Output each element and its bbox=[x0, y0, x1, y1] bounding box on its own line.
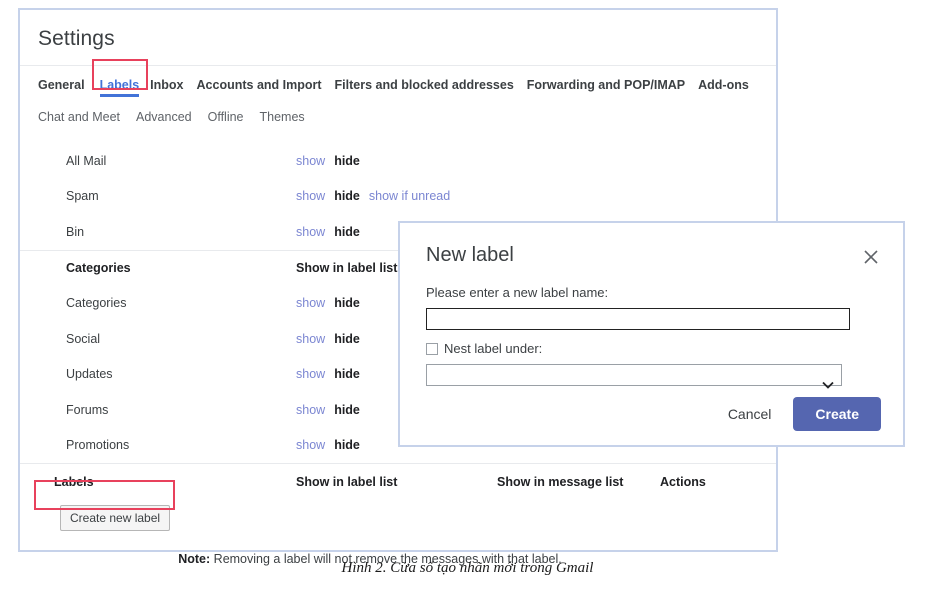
tab-add-ons[interactable]: Add-ons bbox=[698, 78, 749, 92]
create-button[interactable]: Create bbox=[793, 397, 881, 431]
labels-header-col1: Labels bbox=[54, 474, 94, 489]
labels-header-col3: Show in message list bbox=[497, 474, 624, 489]
hide-link[interactable]: hide bbox=[334, 403, 360, 417]
nest-parent-select[interactable] bbox=[426, 364, 842, 386]
categories-header-col1: Categories bbox=[66, 261, 131, 275]
hide-link[interactable]: hide bbox=[334, 332, 360, 346]
cancel-button[interactable]: Cancel bbox=[716, 398, 784, 430]
tab-labels[interactable]: Labels bbox=[99, 78, 140, 97]
tab-inbox[interactable]: Inbox bbox=[150, 78, 183, 92]
labels-header-col2: Show in label list bbox=[296, 474, 398, 489]
new-label-dialog: New label Please enter a new label name:… bbox=[398, 221, 905, 447]
dialog-prompt: Please enter a new label name: bbox=[426, 285, 609, 300]
hide-link[interactable]: hide bbox=[334, 154, 360, 168]
tab-offline[interactable]: Offline bbox=[208, 110, 244, 124]
show-link[interactable]: show bbox=[296, 367, 325, 381]
hide-link[interactable]: hide bbox=[334, 296, 360, 310]
labels-header-row: Labels Show in label list Show in messag… bbox=[20, 463, 776, 499]
show-link[interactable]: show bbox=[296, 438, 325, 452]
settings-tabs-primary: General Labels Inbox Accounts and Import Fil… bbox=[20, 66, 776, 97]
label-name-input[interactable] bbox=[426, 308, 850, 330]
tab-general[interactable]: General bbox=[38, 78, 85, 92]
hide-link[interactable]: hide bbox=[334, 189, 360, 203]
labels-header-col4: Actions bbox=[660, 474, 706, 489]
label-actions: show hide bbox=[296, 438, 360, 452]
label-name: Forums bbox=[66, 402, 109, 417]
table-row: All Mail show hide bbox=[20, 143, 776, 179]
label-name: Bin bbox=[66, 224, 85, 239]
close-icon[interactable] bbox=[861, 247, 881, 267]
label-actions: show hide bbox=[296, 367, 360, 381]
tab-chat-and-meet[interactable]: Chat and Meet bbox=[38, 110, 120, 124]
tab-filters-and-blocked-addresses[interactable]: Filters and blocked addresses bbox=[335, 78, 514, 92]
label-name: All Mail bbox=[66, 153, 107, 168]
show-link[interactable]: show bbox=[296, 296, 325, 310]
tab-advanced[interactable]: Advanced bbox=[136, 110, 192, 124]
label-name: Promotions bbox=[66, 438, 130, 453]
label-actions: show hide bbox=[296, 154, 360, 168]
label-name: Social bbox=[66, 331, 101, 346]
tab-accounts-and-import[interactable]: Accounts and Import bbox=[197, 78, 322, 92]
dialog-actions: Cancel Create bbox=[716, 397, 881, 431]
nest-select-wrapper bbox=[426, 364, 842, 389]
figure-caption: Hình 2. Cửa sổ tạo nhãn mới trong Gmail bbox=[341, 560, 594, 576]
tab-themes[interactable]: Themes bbox=[260, 110, 305, 124]
nest-label-row: Nest label under: bbox=[426, 341, 877, 356]
show-link[interactable]: show bbox=[296, 332, 325, 346]
page-title: Settings bbox=[38, 27, 115, 50]
dialog-title: New label bbox=[426, 244, 514, 266]
create-new-label-button[interactable]: Create new label bbox=[60, 505, 171, 531]
label-name: Updates bbox=[66, 367, 113, 382]
hide-link[interactable]: hide bbox=[334, 438, 360, 452]
show-link[interactable]: show bbox=[296, 154, 325, 168]
nest-label-text: Nest label under: bbox=[444, 341, 543, 356]
nest-label-checkbox[interactable] bbox=[426, 342, 438, 355]
hide-link[interactable]: hide bbox=[334, 367, 360, 381]
show-link[interactable]: show bbox=[296, 403, 325, 417]
label-name: Spam bbox=[66, 189, 99, 204]
show-link[interactable]: show bbox=[296, 225, 325, 239]
settings-tabs-secondary: Chat and Meet Advanced Offline Themes bbox=[20, 97, 776, 124]
tab-forwarding-and-pop-imap[interactable]: Forwarding and POP/IMAP bbox=[527, 78, 685, 92]
label-actions: show hide bbox=[296, 403, 360, 417]
label-actions: show hide bbox=[296, 296, 360, 310]
show-link[interactable]: show bbox=[296, 189, 325, 203]
label-name: Categories bbox=[66, 296, 127, 311]
label-actions: show hide show if unread bbox=[296, 189, 450, 203]
label-actions: show hide bbox=[296, 332, 360, 346]
dialog-body: Please enter a new label name: Nest labe… bbox=[426, 285, 877, 389]
table-row: Spam show hide show if unread bbox=[20, 179, 776, 215]
show-if-unread-link[interactable]: show if unread bbox=[369, 189, 450, 203]
label-actions: show hide bbox=[296, 225, 360, 239]
hide-link[interactable]: hide bbox=[334, 225, 360, 239]
